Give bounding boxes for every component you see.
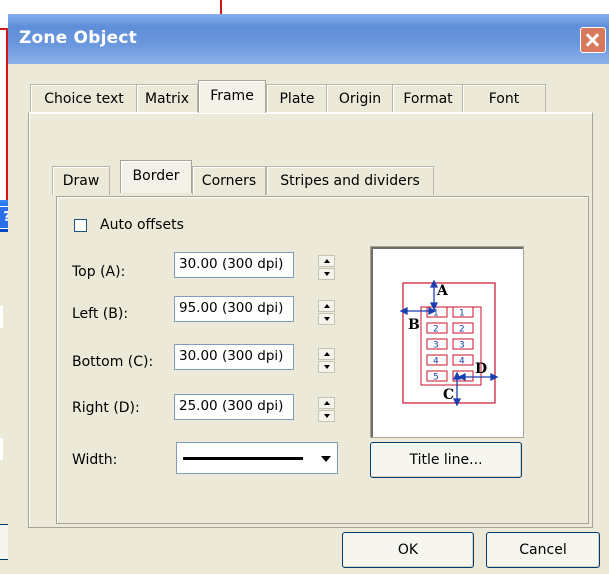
zone-object-dialog: Zone Object Choice text Matrix Frame Pla… — [8, 14, 609, 574]
tab-corners[interactable]: Corners — [192, 166, 266, 195]
left-b-input[interactable]: 95.00 (300 dpi) — [174, 296, 294, 322]
arrow-c-head — [452, 371, 462, 380]
preview-cell-label: 4 — [433, 357, 439, 367]
top-a-spinner[interactable] — [318, 255, 335, 281]
tab-border[interactable]: Border — [120, 160, 192, 193]
label-c: C — [443, 387, 454, 403]
preview-cell-label: 3 — [433, 341, 439, 351]
tab-origin[interactable]: Origin — [326, 84, 394, 113]
arrow-d-head — [490, 372, 499, 382]
background-dialog-edge — [0, 438, 3, 460]
background-dialog-edge — [0, 306, 3, 328]
dialog-title: Zone Object — [19, 28, 137, 48]
auto-offsets-label: Auto offsets — [100, 217, 184, 233]
close-button[interactable] — [580, 27, 606, 53]
tab-plate[interactable]: Plate — [266, 84, 328, 113]
spin-up-icon[interactable] — [318, 348, 335, 360]
right-d-input[interactable]: 25.00 (300 dpi) — [174, 394, 294, 420]
border-preview: 1 1 2 2 3 3 4 4 5 A B C D — [370, 246, 524, 438]
border-diagram: 1 1 2 2 3 3 4 4 5 A B C D — [399, 279, 499, 407]
auto-offsets-checkbox[interactable] — [74, 219, 87, 232]
spin-down-icon[interactable] — [318, 410, 335, 422]
top-a-input[interactable]: 30.00 (300 dpi) — [174, 252, 294, 278]
label-b: B — [408, 317, 420, 333]
label-a: A — [436, 283, 449, 299]
ok-button[interactable]: OK — [342, 532, 474, 568]
tab-draw[interactable]: Draw — [52, 166, 110, 195]
bottom-c-label: Bottom (C): — [72, 354, 154, 370]
spin-down-icon[interactable] — [318, 313, 335, 325]
preview-cell-label: 5 — [433, 373, 439, 383]
spin-up-icon[interactable] — [318, 397, 335, 409]
bottom-c-spinner[interactable] — [318, 348, 335, 374]
title-line-button[interactable]: Title line... — [370, 442, 522, 478]
width-label: Width: — [72, 452, 118, 468]
arrow-c-head — [452, 398, 462, 407]
tab-matrix[interactable]: Matrix — [136, 84, 198, 113]
tab-frame[interactable]: Frame — [198, 80, 266, 113]
top-a-label: Top (A): — [72, 264, 126, 280]
spin-up-icon[interactable] — [318, 300, 335, 312]
tab-stripes-and-dividers[interactable]: Stripes and dividers — [266, 166, 434, 195]
spin-up-icon[interactable] — [318, 255, 335, 267]
preview-cell-label: 2 — [459, 325, 465, 335]
left-b-spinner[interactable] — [318, 300, 335, 326]
tab-font[interactable]: Font — [462, 84, 546, 113]
right-d-spinner[interactable] — [318, 397, 335, 423]
tab-format[interactable]: Format — [392, 84, 464, 113]
right-d-label: Right (D): — [72, 400, 140, 416]
preview-cell-label: 2 — [433, 325, 439, 335]
zone-outline — [420, 306, 482, 386]
arrow-b-head — [399, 306, 408, 316]
tab-choice-text[interactable]: Choice text — [30, 84, 138, 113]
title-bar[interactable]: Zone Object — [8, 14, 609, 64]
left-b-label: Left (B): — [72, 306, 129, 322]
preview-cell-label: 3 — [459, 341, 465, 351]
chevron-down-icon[interactable] — [316, 446, 336, 470]
cancel-button[interactable]: Cancel — [486, 532, 600, 568]
line-width-sample — [183, 457, 303, 460]
preview-cell-label: 1 — [459, 309, 465, 319]
width-line-select[interactable] — [176, 442, 338, 474]
preview-cells: 1 1 2 2 3 3 4 4 5 — [426, 306, 474, 383]
bottom-c-input[interactable]: 30.00 (300 dpi) — [174, 344, 294, 370]
preview-cell-label: 4 — [459, 357, 465, 367]
spin-down-icon[interactable] — [318, 268, 335, 280]
spin-down-icon[interactable] — [318, 361, 335, 373]
label-d: D — [475, 361, 487, 377]
